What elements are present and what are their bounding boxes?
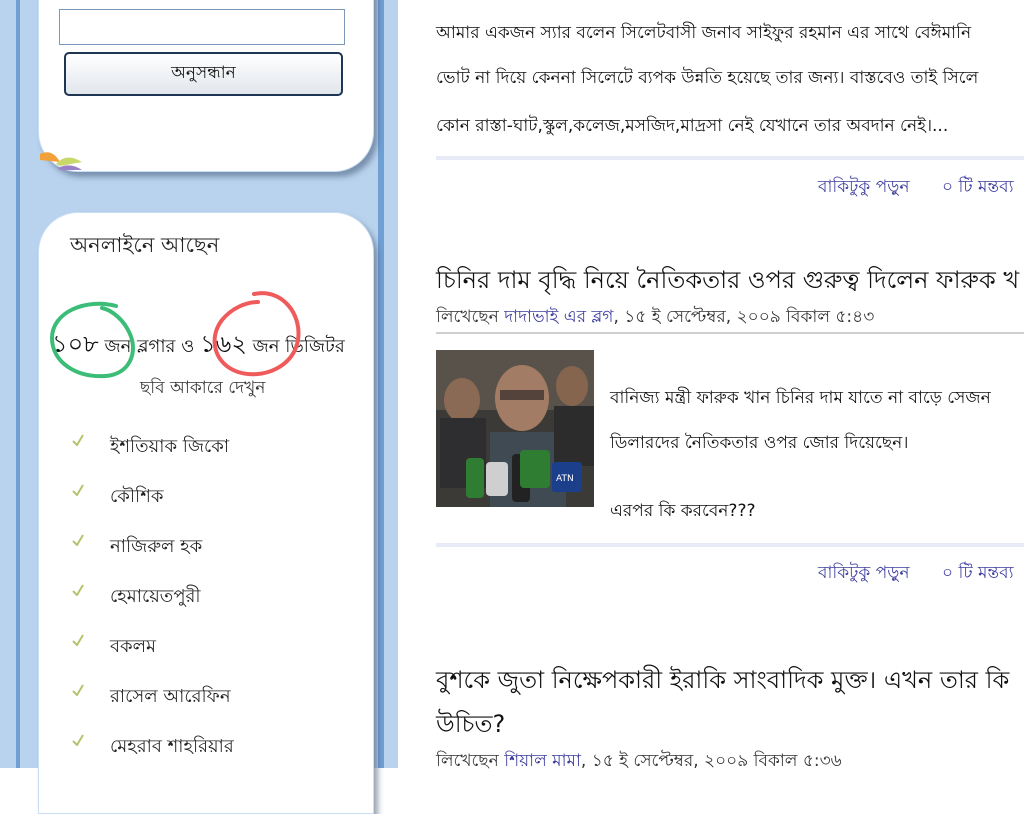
user-name[interactable]: নাজিরুল হক <box>110 536 202 557</box>
sidebar-left-stripe <box>16 0 20 768</box>
post2-excerpt-line: ডিলারদের নৈতিকতার ওপর জোর দিয়েছেন। <box>610 433 909 453</box>
post1-excerpt-line: আমার একজন স্যার বলেন সিলেটবাসী জনাব সাইফ… <box>436 23 972 43</box>
byline-prefix: লিখেছেন <box>436 751 499 771</box>
post2-read-more-link[interactable]: বাকিটুকু পড়ুন <box>818 560 910 588</box>
post2-author-link[interactable]: দাদাভাই এর ব্লগ <box>504 307 613 327</box>
post2-excerpt-line: বানিজ্য মন্ত্রী ফারুক খান চিনির দাম যাতে… <box>610 388 991 408</box>
red-circle-annotation <box>212 291 301 377</box>
minister-photo-image: ATN <box>436 350 594 507</box>
leaf-bullet-icon <box>72 434 84 446</box>
list-item[interactable]: নাজিরুল হক <box>72 532 234 582</box>
view-as-image-link[interactable]: ছবি আকারে দেখুন <box>140 375 265 403</box>
leaf-bullet-icon <box>72 734 84 746</box>
online-heading: অনলাইনে আছেন <box>70 233 220 257</box>
leaf-bullet-icon <box>72 584 84 596</box>
post3-byline: লিখেছেন শিয়াল মামা, ১৫ ই সেপ্টেম্বর, ২০… <box>436 748 842 776</box>
post2-excerpt-line: এরপর কি করবেন??? <box>610 501 756 521</box>
user-name[interactable]: ইশতিয়াক জিকো <box>110 436 229 457</box>
list-item[interactable]: বকলম <box>72 632 234 682</box>
post3-title-link[interactable]: বুশকে জুতা নিক্ষেপকারী ইরাকি সাংবাদিক মু… <box>436 662 1009 702</box>
list-item[interactable]: হেমায়েতপুরী <box>72 582 234 632</box>
leaf-bullet-icon <box>72 534 84 546</box>
search-button[interactable]: অনুসন্ধান <box>64 52 343 96</box>
user-name[interactable]: বকলম <box>110 636 156 657</box>
decorative-logo-icon <box>40 152 82 170</box>
leaf-bullet-icon <box>72 684 84 696</box>
list-item[interactable]: রাসেল আরেফিন <box>72 682 234 732</box>
online-user-list: ইশতিয়াক জিকো কৌশিক নাজিরুল হক হেমায়েতপ… <box>72 432 234 782</box>
post3-title-link-line2[interactable]: উচিত? <box>436 706 505 746</box>
post3-author-link[interactable]: শিয়াল মামা <box>504 751 581 771</box>
post2-title-link[interactable]: চিনির দাম বৃদ্ধি নিয়ে নৈতিকতার ওপর গুরু… <box>436 262 1019 302</box>
post-divider <box>436 543 1024 547</box>
byline-prefix: লিখেছেন <box>436 307 499 327</box>
leaf-bullet-icon <box>72 634 84 646</box>
mic-logo-text: ATN <box>556 474 574 484</box>
post2-date: , ১৫ ই সেপ্টেম্বর, ২০০৯ বিকাল ৫:৪৩ <box>613 307 875 327</box>
user-name[interactable]: কৌশিক <box>110 486 163 507</box>
post1-excerpt-line: ভোট না দিয়ে কেননা সিলেটে ব্যপক উন্নতি হ… <box>436 68 979 88</box>
user-name[interactable]: রাসেল আরেফিন <box>110 686 231 707</box>
post2-photo: ATN <box>436 350 594 507</box>
post1-excerpt-line: কোন রাস্তা-ঘাট,স্কুল,কলেজ,মসজিদ,মাদ্রসা … <box>436 116 949 136</box>
user-name[interactable]: হেমায়েতপুরী <box>110 586 201 607</box>
post-divider <box>436 156 1024 160</box>
post-rule <box>436 332 1024 334</box>
green-circle-annotation <box>49 301 135 379</box>
leaf-bullet-icon <box>72 484 84 496</box>
post2-comments-link[interactable]: ০ টি মন্তব্য <box>942 560 1014 588</box>
list-item[interactable]: ইশতিয়াক জিকো <box>72 432 234 482</box>
list-item[interactable]: কৌশিক <box>72 482 234 532</box>
list-item[interactable]: মেহরাব শাহরিয়ার <box>72 732 234 782</box>
post3-date: , ১৫ ই সেপ্টেম্বর, ২০০৯ বিকাল ৫:৩৬ <box>580 751 842 771</box>
post1-comments-link[interactable]: ০ টি মন্তব্য <box>942 174 1014 202</box>
post1-read-more-link[interactable]: বাকিটুকু পড়ুন <box>818 174 910 202</box>
search-input[interactable] <box>59 9 345 45</box>
post2-byline: লিখেছেন দাদাভাই এর ব্লগ, ১৫ ই সেপ্টেম্বর… <box>436 304 874 332</box>
sidebar-right-stripe <box>378 0 384 768</box>
user-name[interactable]: মেহরাব শাহরিয়ার <box>110 736 234 757</box>
